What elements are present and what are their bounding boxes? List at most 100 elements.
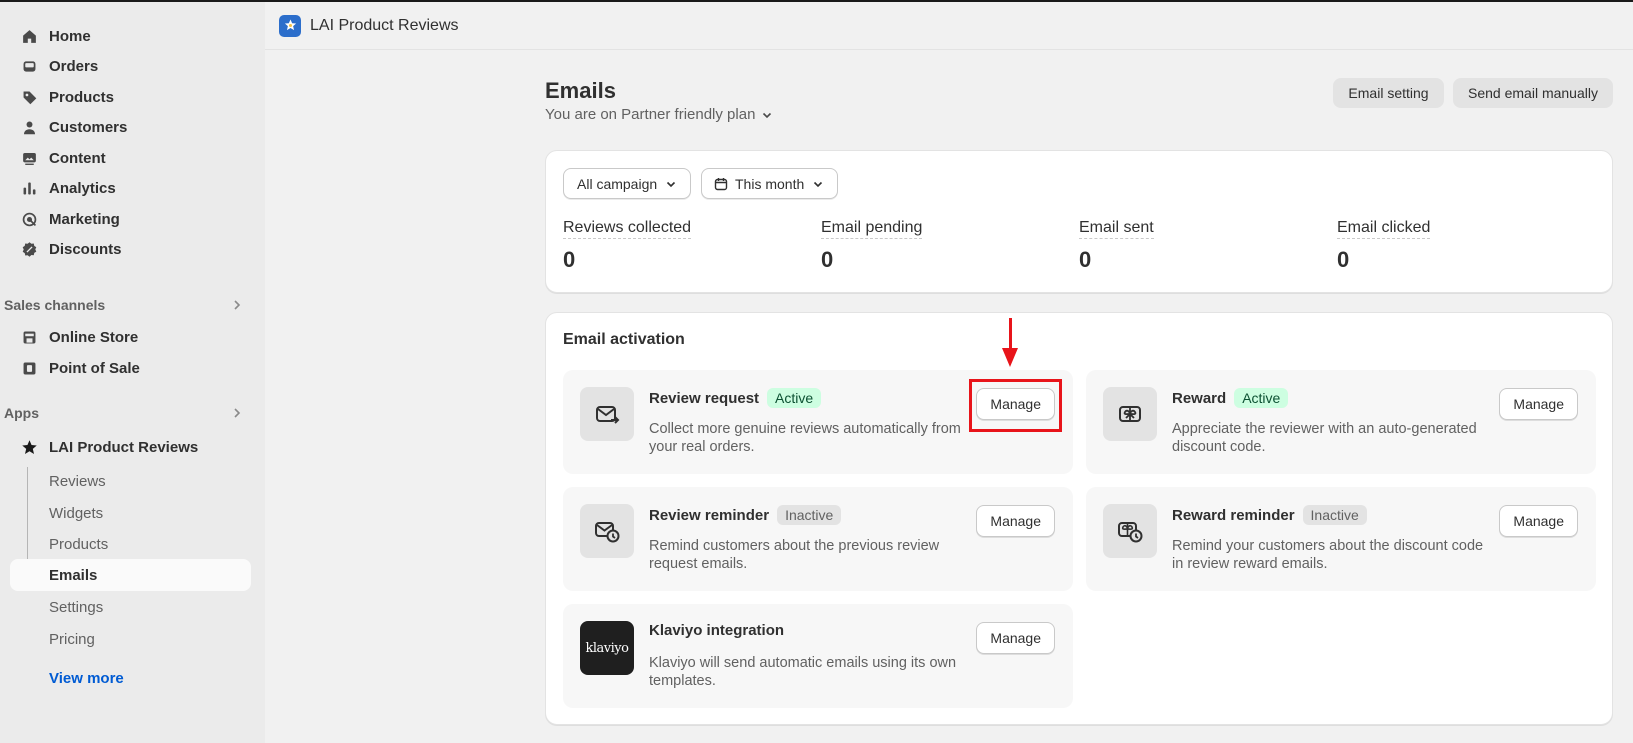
subnav-emails-label: Emails bbox=[49, 566, 98, 584]
tile-name: Klaviyo integration bbox=[649, 622, 785, 639]
tile-title: Review request Active bbox=[649, 388, 822, 408]
subnav-products[interactable]: Products bbox=[10, 528, 251, 560]
nav-online-store[interactable]: Online Store bbox=[10, 322, 251, 353]
nav-orders-label: Orders bbox=[49, 58, 99, 75]
tile-description: Klaviyo will send automatic emails using… bbox=[649, 655, 957, 689]
stat-value: 0 bbox=[1079, 247, 1092, 272]
stat-label: Reviews collected bbox=[563, 219, 692, 239]
tile-reward: Reward Active Appreciate the reviewer wit… bbox=[1086, 370, 1596, 474]
subnav-widgets[interactable]: Widgets bbox=[10, 497, 251, 529]
nav-orders[interactable]: Orders bbox=[10, 51, 251, 82]
target-icon bbox=[19, 210, 39, 230]
manage-button[interactable]: Manage bbox=[1499, 388, 1578, 420]
stat-label: Email sent bbox=[1079, 219, 1154, 239]
gift-icon bbox=[1103, 387, 1157, 441]
plan-label: You are on Partner friendly plan bbox=[545, 106, 756, 123]
apps-label: Apps bbox=[4, 405, 39, 421]
nav-discounts-label: Discounts bbox=[49, 241, 122, 258]
stat-value: 0 bbox=[563, 247, 576, 272]
subnav-reviews[interactable]: Reviews bbox=[10, 465, 251, 497]
inbox-icon bbox=[19, 57, 39, 77]
app-title: LAI Product Reviews bbox=[310, 16, 459, 34]
campaign-filter[interactable]: All campaign bbox=[563, 168, 691, 199]
manage-button[interactable]: Manage bbox=[1499, 505, 1578, 537]
nav-content[interactable]: Content bbox=[10, 143, 251, 174]
app-logo-icon bbox=[279, 14, 301, 37]
page-title: Emails bbox=[545, 78, 616, 103]
view-more-link[interactable]: View more bbox=[49, 670, 124, 687]
email-activation-card: Email activation Review request Active Co… bbox=[545, 312, 1613, 725]
send-email-manually-button[interactable]: Send email manually bbox=[1453, 78, 1613, 108]
email-setting-button[interactable]: Email setting bbox=[1333, 78, 1444, 108]
plan-selector[interactable]: You are on Partner friendly plan bbox=[545, 106, 773, 123]
subnav-emails[interactable]: Emails bbox=[10, 559, 251, 591]
pos-icon bbox=[19, 359, 39, 379]
tile-name: Reward bbox=[1172, 390, 1227, 407]
home-icon bbox=[19, 27, 39, 47]
subnav-pricing[interactable]: Pricing bbox=[10, 623, 251, 655]
bar-chart-icon bbox=[19, 179, 39, 199]
mail-send-icon bbox=[580, 387, 634, 441]
app-header: LAI Product Reviews bbox=[265, 2, 1633, 50]
chevron-down-icon bbox=[763, 112, 772, 118]
sales-channels-header[interactable]: Sales channels bbox=[4, 293, 251, 317]
manage-button[interactable]: Manage bbox=[976, 622, 1055, 654]
manage-button[interactable]: Manage bbox=[976, 505, 1055, 537]
nav-analytics-label: Analytics bbox=[49, 180, 116, 197]
nav-app-name: LAI Product Reviews bbox=[49, 439, 199, 456]
tile-klaviyo-integration: klaviyo Klaviyo integration Klaviyo will… bbox=[563, 604, 1073, 708]
mail-clock-icon bbox=[580, 504, 634, 558]
nav-discounts[interactable]: Discounts bbox=[10, 234, 251, 265]
period-filter-label: This month bbox=[735, 175, 805, 192]
tile-name: Reward reminder bbox=[1172, 507, 1295, 524]
tile-description: Remind customers about the previous revi… bbox=[649, 538, 940, 572]
annotation-arrow-head bbox=[1002, 348, 1018, 367]
nav-customers-label: Customers bbox=[49, 119, 128, 136]
nav-point-of-sale-label: Point of Sale bbox=[49, 360, 140, 377]
calendar-icon bbox=[714, 177, 728, 190]
status-badge: Inactive bbox=[1302, 505, 1367, 525]
tile-description: Collect more genuine reviews automatical… bbox=[649, 421, 961, 455]
stat-label: Email clicked bbox=[1337, 219, 1431, 239]
status-badge: Inactive bbox=[777, 505, 842, 525]
status-badge: Active bbox=[767, 388, 822, 408]
nav-point-of-sale[interactable]: Point of Sale bbox=[10, 353, 251, 384]
nav-marketing[interactable]: Marketing bbox=[10, 204, 251, 235]
subnav-reviews-label: Reviews bbox=[49, 472, 106, 490]
discount-icon bbox=[19, 240, 39, 260]
subnav-settings[interactable]: Settings bbox=[10, 591, 251, 623]
period-filter[interactable]: This month bbox=[701, 168, 838, 199]
email-activation-title: Email activation bbox=[563, 331, 685, 348]
stat-reviews-collected: Reviews collected 0 bbox=[563, 219, 692, 273]
nav-products[interactable]: Products bbox=[10, 82, 251, 113]
store-icon bbox=[19, 328, 39, 348]
chevron-right-icon bbox=[234, 408, 241, 418]
nav-home[interactable]: Home bbox=[10, 21, 251, 52]
tile-review-reminder: Review reminder Inactive Remind customers… bbox=[563, 487, 1073, 591]
chevron-right-icon bbox=[234, 300, 241, 310]
stat-label: Email pending bbox=[821, 219, 923, 239]
stat-email-sent: Email sent 0 bbox=[1079, 219, 1154, 273]
status-badge: Active bbox=[1234, 388, 1289, 408]
apps-header[interactable]: Apps bbox=[4, 401, 251, 425]
chevron-down-icon bbox=[814, 181, 823, 187]
subnav-settings-label: Settings bbox=[49, 598, 104, 616]
stat-email-clicked: Email clicked 0 bbox=[1337, 219, 1431, 273]
campaign-filter-label: All campaign bbox=[577, 175, 658, 192]
stats-card: All campaign This month Reviews collecte… bbox=[545, 150, 1613, 293]
person-icon bbox=[19, 118, 39, 138]
subnav-pricing-label: Pricing bbox=[49, 630, 95, 648]
nav-marketing-label: Marketing bbox=[49, 211, 120, 228]
klaviyo-logo: klaviyo bbox=[580, 621, 634, 675]
nav-home-label: Home bbox=[49, 28, 91, 45]
nav-products-label: Products bbox=[49, 89, 115, 106]
tile-description: Remind your customers about the discount… bbox=[1172, 538, 1484, 572]
stat-value: 0 bbox=[1337, 247, 1350, 272]
chevron-down-icon bbox=[667, 181, 676, 187]
nav-lai-product-reviews[interactable]: LAI Product Reviews bbox=[10, 432, 251, 463]
tile-title: Reward reminder Inactive bbox=[1172, 505, 1367, 525]
nav-analytics[interactable]: Analytics bbox=[10, 173, 251, 204]
tile-description: Appreciate the reviewer with an auto-gen… bbox=[1172, 421, 1477, 455]
tile-name: Review reminder bbox=[649, 507, 770, 524]
nav-customers[interactable]: Customers bbox=[10, 112, 251, 143]
